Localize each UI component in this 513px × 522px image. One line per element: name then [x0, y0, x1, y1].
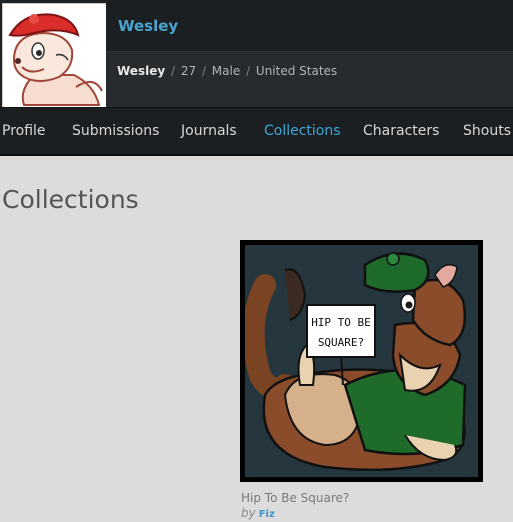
author-link[interactable]: Fiz	[259, 509, 275, 520]
by-label: by	[241, 506, 256, 520]
tab-collections[interactable]: Collections	[264, 123, 341, 139]
info-bar: Wesley / 27 / Male / United States	[106, 52, 513, 107]
separator: /	[167, 64, 179, 78]
avatar[interactable]	[2, 3, 106, 107]
collection-item-byline: by Fiz	[241, 506, 275, 520]
tab-profile[interactable]: Profile	[2, 123, 46, 139]
ferret-avatar-image	[4, 5, 106, 107]
tab-submissions[interactable]: Submissions	[72, 123, 159, 139]
profile-nav: Profile Submissions Journals Collections…	[0, 107, 513, 156]
profile-header: Wesley Wesley / 27 / Male / United State…	[0, 0, 513, 107]
username[interactable]: Wesley	[118, 17, 178, 35]
tab-journals[interactable]: Journals	[181, 123, 237, 139]
page-title: Collections	[2, 185, 139, 214]
info-age: 27	[180, 64, 197, 78]
info-location: United States	[255, 64, 338, 78]
info-name: Wesley	[117, 64, 166, 78]
tab-shouts[interactable]: Shouts	[463, 123, 511, 139]
sign-line-1: HIP TO BE	[311, 316, 371, 329]
separator: /	[198, 64, 210, 78]
sign-line-2: SQUARE?	[318, 336, 364, 349]
ferret-artwork-image: HIP TO BE SQUARE?	[245, 245, 478, 477]
info-gender: Male	[211, 64, 241, 78]
collection-item-thumbnail[interactable]: HIP TO BE SQUARE?	[240, 240, 483, 482]
collection-item-title[interactable]: Hip To Be Square?	[241, 491, 349, 505]
name-bar: Wesley	[106, 0, 513, 52]
separator: /	[242, 64, 254, 78]
tab-characters[interactable]: Characters	[363, 123, 439, 139]
profile-info: Wesley / 27 / Male / United States	[117, 64, 337, 78]
